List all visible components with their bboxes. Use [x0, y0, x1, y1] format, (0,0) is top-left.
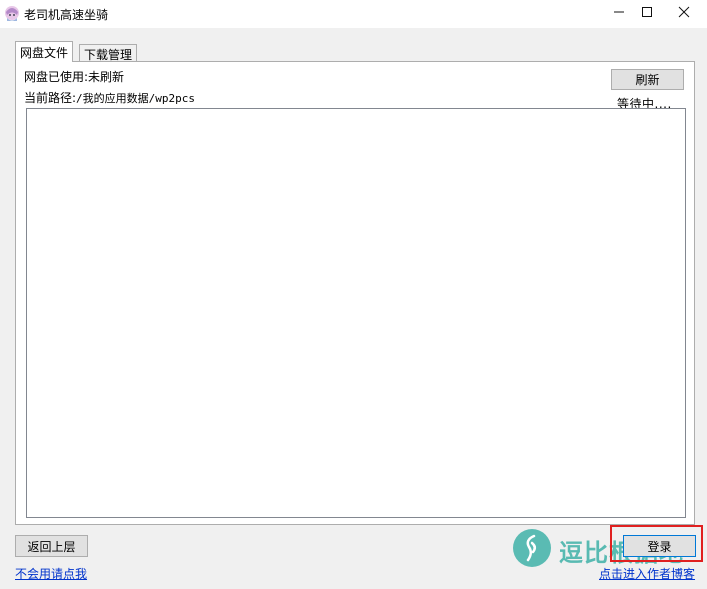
- disk-usage-label: 网盘已使用:未刷新: [24, 70, 125, 84]
- minimize-icon: [614, 11, 624, 13]
- author-blog-link[interactable]: 点击进入作者博客: [599, 565, 695, 582]
- file-list[interactable]: [26, 108, 686, 518]
- current-path: 当前路径:/我的应用数据/wp2pcs: [24, 89, 195, 106]
- window-title: 老司机高速坐骑: [24, 8, 109, 22]
- help-link[interactable]: 不会用请点我: [15, 565, 87, 582]
- spiral-logo-icon: [513, 529, 551, 567]
- refresh-button[interactable]: 刷新: [611, 69, 684, 90]
- cloud-files-panel: 网盘已使用:未刷新 当前路径:/我的应用数据/wp2pcs 刷新 等待中....: [15, 61, 695, 525]
- path-value: /我的应用数据/wp2pcs: [76, 92, 196, 105]
- close-button[interactable]: [667, 0, 701, 24]
- highlight-box: [610, 525, 703, 562]
- app-avatar-icon: [5, 6, 19, 21]
- maximize-icon: [642, 7, 652, 17]
- path-label: 当前路径:: [24, 91, 77, 105]
- tab-cloud-files[interactable]: 网盘文件: [15, 41, 74, 62]
- tab-download-manager[interactable]: 下载管理: [79, 44, 138, 62]
- back-button[interactable]: 返回上层: [15, 535, 88, 557]
- close-icon: [678, 6, 690, 18]
- title-bar: 老司机高速坐骑: [0, 0, 707, 28]
- maximize-button[interactable]: [630, 0, 664, 24]
